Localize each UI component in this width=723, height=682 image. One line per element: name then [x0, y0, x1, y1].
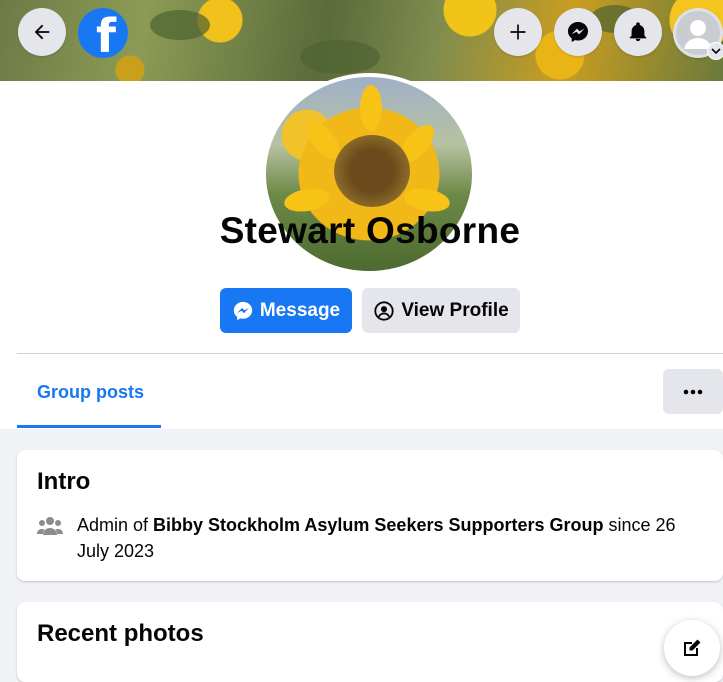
messenger-button[interactable] — [554, 8, 602, 56]
messenger-icon — [568, 22, 588, 42]
group-link[interactable]: Bibby Stockholm Asylum Seekers Supporter… — [153, 515, 603, 535]
more-options-button[interactable] — [663, 369, 723, 414]
view-profile-button-label: View Profile — [401, 299, 509, 321]
bell-icon — [629, 22, 647, 42]
intro-title: Intro — [37, 468, 91, 495]
recent-photos-card: Recent photos — [17, 602, 723, 682]
facebook-logo-letter: f — [95, 9, 116, 58]
notifications-button[interactable] — [614, 8, 662, 56]
intro-admin-text: Admin of Bibby Stockholm Asylum Seekers … — [77, 512, 693, 564]
account-button[interactable] — [673, 8, 723, 60]
facebook-logo[interactable]: f — [78, 8, 128, 58]
messenger-icon — [233, 301, 253, 320]
back-button[interactable] — [18, 8, 66, 56]
view-profile-button[interactable]: View Profile — [362, 288, 520, 333]
profile-name: Stewart Osborne — [219, 210, 521, 251]
tab-group-posts[interactable]: Group posts — [17, 372, 161, 428]
arrow-left-icon — [34, 24, 50, 40]
group-icon — [37, 517, 63, 535]
user-circle-icon — [374, 300, 394, 321]
intro-card: Intro Admin of Bibby Stockholm Asylum Se… — [17, 450, 723, 581]
compose-button[interactable] — [664, 620, 720, 676]
more-horizontal-icon — [683, 389, 703, 394]
edit-icon — [684, 639, 701, 656]
chevron-down-icon — [707, 42, 723, 60]
message-button-label: Message — [259, 299, 341, 321]
message-button[interactable]: Message — [220, 288, 352, 333]
header-divider — [17, 353, 723, 354]
create-button[interactable] — [494, 8, 542, 56]
plus-icon — [510, 24, 526, 40]
recent-photos-title: Recent photos — [37, 620, 204, 647]
intro-admin-prefix: Admin of — [77, 515, 154, 535]
intro-admin-row: Admin of Bibby Stockholm Asylum Seekers … — [37, 512, 693, 564]
